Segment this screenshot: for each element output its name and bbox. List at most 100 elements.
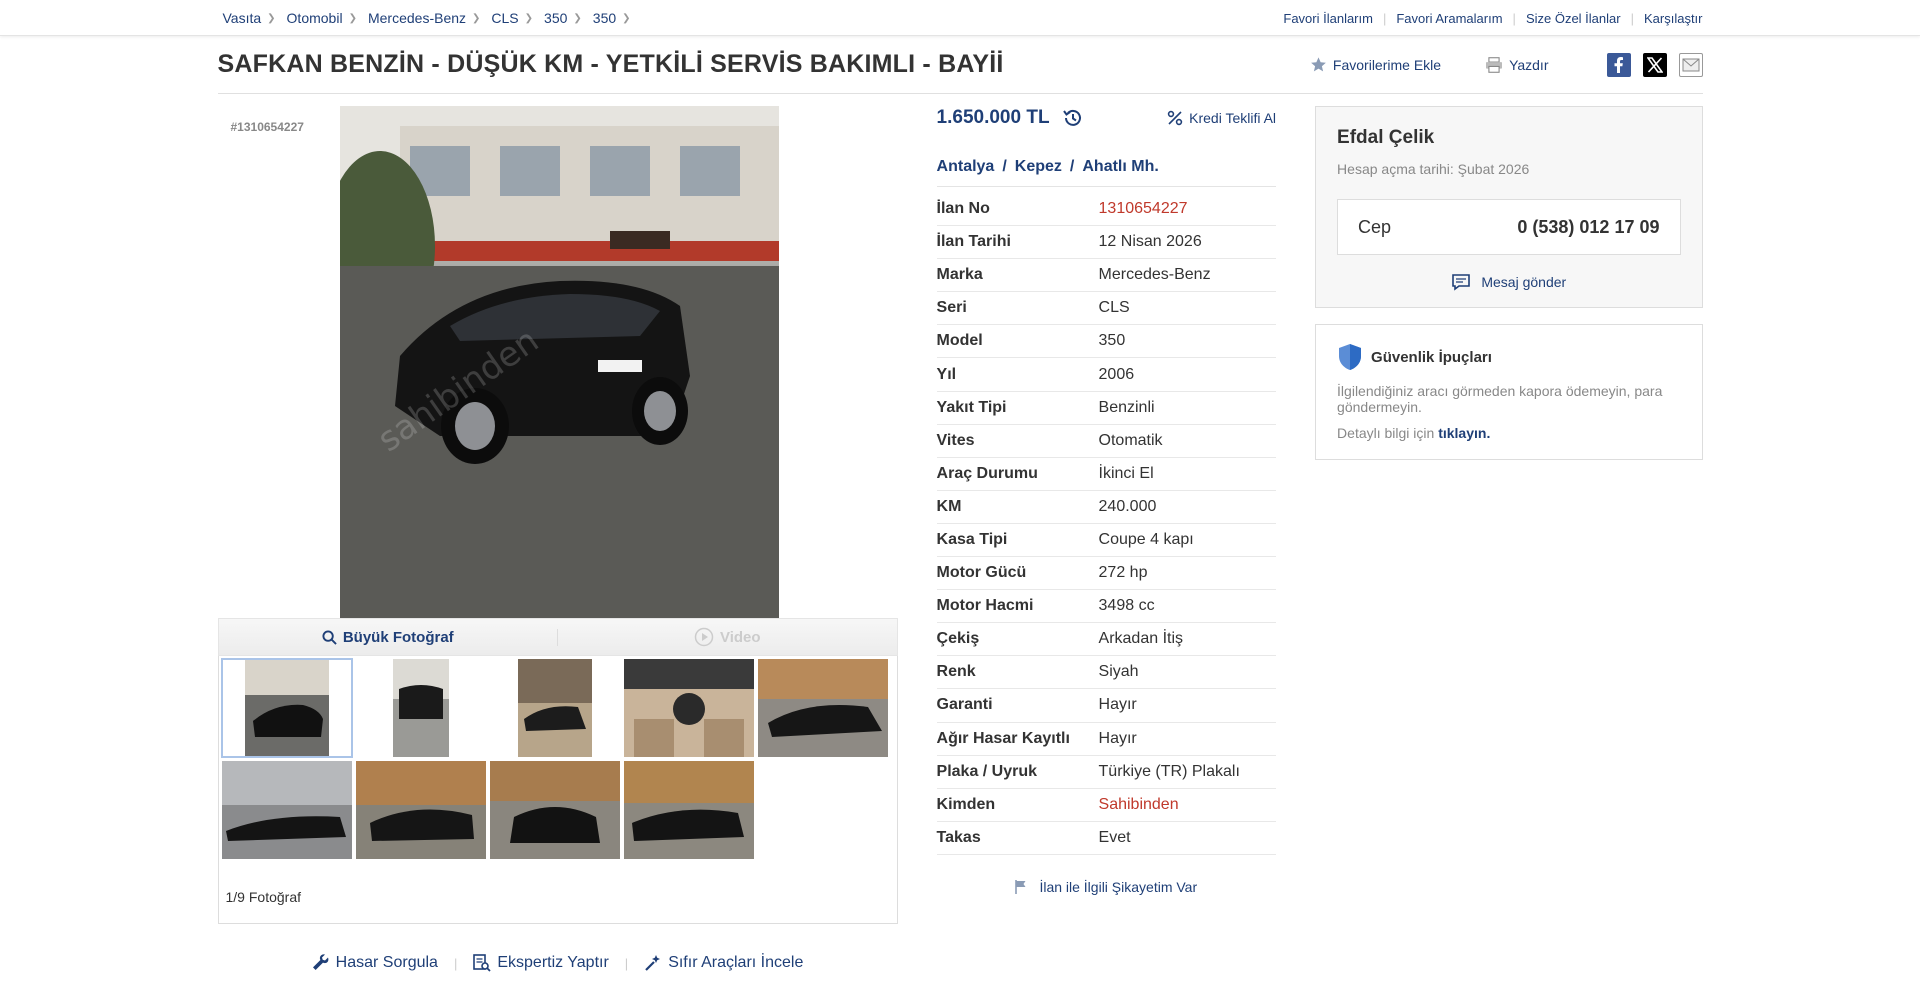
large-photo-button[interactable]: Büyük Fotoğraf	[219, 628, 559, 646]
attribute-label: İlan No	[936, 200, 990, 218]
location: Antalya / Kepez / Ahatlı Mh.	[936, 158, 1277, 187]
attribute-value: Sahibinden	[1098, 795, 1179, 813]
location-neighborhood[interactable]: Ahatlı Mh.	[1082, 158, 1158, 175]
add-favorite-label: Favorilerime Ekle	[1332, 56, 1442, 73]
thumbnail[interactable]	[355, 659, 486, 757]
attribute-value: İkinci El	[1098, 464, 1154, 482]
attribute-row: Ağır Hasar Kayıtlı Hayır	[936, 723, 1277, 756]
photo-counter: 1/9 Fotoğraf	[225, 889, 302, 905]
listing-title: SAFKAN BENZİN - DÜŞÜK KM - YETKİLİ SERVİ…	[217, 50, 1004, 78]
thumbnail-image	[244, 659, 329, 757]
facebook-icon	[1614, 56, 1623, 73]
divider: /	[1002, 158, 1007, 175]
attribute-value: 1310654227	[1098, 200, 1188, 218]
divider: |	[1512, 10, 1516, 26]
attribute-label: Takas	[936, 828, 981, 846]
attribute-label: Ağır Hasar Kayıtlı	[936, 729, 1070, 747]
x-logo-icon	[1646, 56, 1663, 73]
loan-offer-link[interactable]: Kredi Teklifi Al	[1167, 110, 1276, 126]
security-tips-box: Güvenlik İpuçları İlgilendiğiniz aracı g…	[1315, 324, 1703, 460]
title-actions: Favorilerime Ekle Yazdır	[1266, 52, 1703, 77]
expertise-label: Ekspertiz Yaptır	[497, 954, 609, 971]
location-city[interactable]: Antalya	[937, 158, 995, 175]
send-message-button[interactable]: Mesaj gönder	[1337, 273, 1680, 291]
attribute-row: Vites Otomatik	[936, 425, 1277, 458]
attribute-label: Vites	[936, 431, 975, 449]
attribute-row: KM 240.000	[936, 491, 1277, 524]
title-row: SAFKAN BENZİN - DÜŞÜK KM - YETKİLİ SERVİ…	[217, 36, 1703, 94]
attribute-label: Renk	[936, 663, 976, 681]
thumbnail[interactable]	[221, 761, 352, 859]
attribute-row: Araç Durumu İkinci El	[936, 458, 1277, 491]
attribute-value: Hayır	[1098, 729, 1137, 747]
new-cars-link[interactable]: Sıfır Araçları İncele	[644, 954, 803, 972]
thumbnail-image	[757, 659, 888, 757]
favorite-listings-link[interactable]: Favori İlanlarım	[1283, 11, 1373, 26]
attribute-value: Türkiye (TR) Plakalı	[1098, 762, 1240, 780]
breadcrumb-item[interactable]: Vasıta	[223, 10, 262, 26]
breadcrumb-item[interactable]: Otomobil	[287, 10, 343, 26]
breadcrumb-item[interactable]: 350	[544, 10, 567, 26]
compare-link[interactable]: Karşılaştır	[1644, 11, 1703, 26]
chat-bubble-icon	[1452, 274, 1471, 291]
attribute-label: Seri	[936, 299, 967, 317]
listing-reference: #1310654227	[230, 120, 304, 134]
star-icon	[1311, 57, 1326, 72]
thumbnail-image	[517, 659, 592, 757]
photo-gallery: #1310654227 sahibinden Büyük Fotoğraf Vi…	[217, 106, 898, 972]
seller-column: Efdal Çelik Hesap açma tarihi: Şubat 202…	[1315, 106, 1703, 972]
divider: /	[1069, 158, 1075, 175]
video-button[interactable]: Video	[558, 627, 897, 647]
attribute-value: Otomatik	[1098, 431, 1163, 449]
breadcrumb: Vasıta ❯ Otomobil ❯ Mercedes-Benz ❯ CLS ❯ 35…	[218, 10, 642, 26]
chevron-right-icon: ❯	[472, 12, 481, 24]
damage-query-link[interactable]: Hasar Sorgula	[312, 954, 438, 972]
thumbnail[interactable]	[623, 761, 754, 859]
thumbnail-image	[355, 761, 486, 859]
thumbnail[interactable]	[489, 761, 620, 859]
price-history-icon[interactable]	[1062, 107, 1084, 129]
thumbnail[interactable]	[220, 658, 353, 758]
attribute-row: Model 350	[936, 325, 1277, 359]
special-listings-link[interactable]: Size Özel İlanlar	[1526, 11, 1621, 26]
seller-box: Efdal Çelik Hesap açma tarihi: Şubat 202…	[1315, 106, 1703, 308]
tips-more-link[interactable]: tıklayın.	[1438, 425, 1490, 441]
gallery-toolbar: Büyük Fotoğraf Video	[217, 618, 898, 656]
print-label: Yazdır	[1509, 56, 1549, 73]
breadcrumb-item[interactable]: CLS	[491, 10, 518, 26]
attribute-label: Yakıt Tipi	[936, 398, 1007, 416]
favorite-searches-link[interactable]: Favori Aramalarım	[1396, 11, 1502, 26]
attribute-value: 240.000	[1098, 497, 1157, 515]
attribute-label: Araç Durumu	[936, 464, 1038, 482]
thumbnail[interactable]	[489, 659, 620, 757]
large-photo-label: Büyük Fotoğraf	[342, 628, 454, 646]
attribute-value: Evet	[1098, 828, 1131, 846]
add-favorite-button[interactable]: Favorilerime Ekle	[1310, 56, 1441, 73]
attribute-row: İlan No 1310654227	[936, 193, 1277, 227]
thumbnail[interactable]	[757, 659, 888, 757]
complaint-link[interactable]: İlan ile İlgili Şikayetim Var	[937, 879, 1277, 895]
report-search-icon	[473, 954, 491, 972]
attribute-row: Çekiş Arkadan İtiş	[936, 623, 1277, 657]
x-share-button[interactable]	[1642, 52, 1667, 77]
location-district[interactable]: Kepez	[1015, 158, 1062, 175]
main-photo[interactable]: sahibinden	[339, 106, 779, 618]
print-button[interactable]: Yazdır	[1485, 56, 1549, 73]
breadcrumb-item[interactable]: 350	[593, 10, 616, 26]
email-share-button[interactable]	[1678, 52, 1703, 77]
expertise-link[interactable]: Ekspertiz Yaptır	[473, 954, 609, 972]
attribute-value: Benzinli	[1098, 398, 1155, 416]
thumbnail-grid	[220, 658, 894, 859]
breadcrumb-item[interactable]: Mercedes-Benz	[368, 10, 466, 26]
listing-info: 1.650.000 TL Kredi Teklifi Al Antalya / Ke…	[936, 106, 1277, 972]
attribute-value: Hayır	[1098, 696, 1137, 714]
thumbnail[interactable]	[623, 659, 754, 757]
attribute-list: İlan No 1310654227 İlan Tarihi 12 Nisan 202…	[936, 193, 1277, 855]
attribute-value: Coupe 4 kapı	[1098, 530, 1194, 548]
thumbnail[interactable]	[355, 761, 486, 859]
chevron-right-icon: ❯	[573, 12, 582, 24]
attribute-label: Kasa Tipi	[936, 530, 1008, 548]
facebook-share-button[interactable]	[1606, 52, 1631, 77]
attribute-row: Kimden Sahibinden	[936, 789, 1277, 822]
phone-number[interactable]: 0 (538) 012 17 09	[1517, 217, 1659, 238]
